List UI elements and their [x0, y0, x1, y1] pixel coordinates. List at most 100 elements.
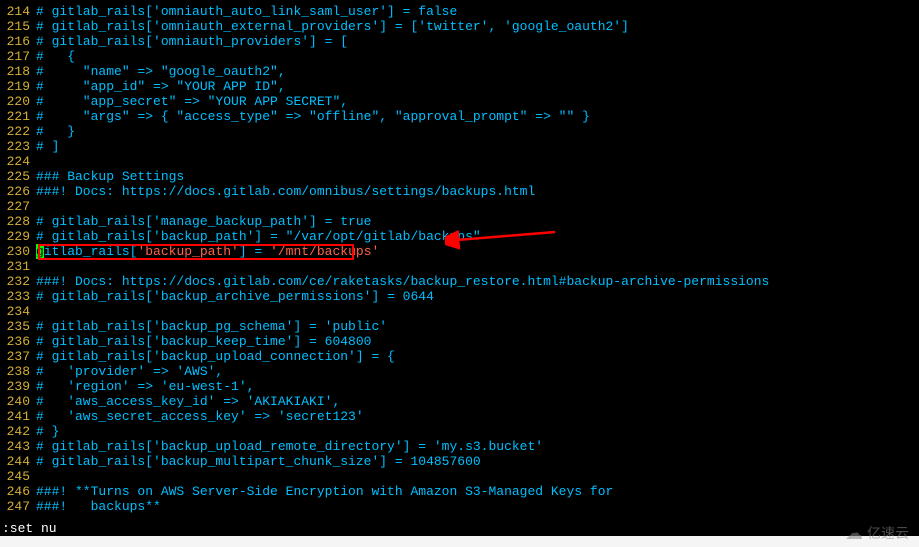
code-line[interactable]: 237# gitlab_rails['backup_upload_connect… — [0, 349, 919, 364]
line-number: 229 — [0, 229, 36, 244]
code-line[interactable]: 240# 'aws_access_key_id' => 'AKIAKIAKI', — [0, 394, 919, 409]
line-number: 245 — [0, 469, 36, 484]
code-line[interactable]: 231 — [0, 259, 919, 274]
code-content[interactable]: # "app_secret" => "YOUR APP SECRET", — [36, 94, 919, 109]
line-number: 239 — [0, 379, 36, 394]
code-content[interactable]: # } — [36, 424, 919, 439]
code-content[interactable]: ###! Docs: https://docs.gitlab.com/omnib… — [36, 184, 919, 199]
code-line[interactable]: 222# } — [0, 124, 919, 139]
line-number: 228 — [0, 214, 36, 229]
code-line[interactable]: 214# gitlab_rails['omniauth_auto_link_sa… — [0, 4, 919, 19]
line-number: 231 — [0, 259, 36, 274]
code-line[interactable]: 241# 'aws_secret_access_key' => 'secret1… — [0, 409, 919, 424]
code-content[interactable]: # "args" => { "access_type" => "offline"… — [36, 109, 919, 124]
line-number: 234 — [0, 304, 36, 319]
line-number: 232 — [0, 274, 36, 289]
code-content[interactable]: # } — [36, 124, 919, 139]
line-number: 243 — [0, 439, 36, 454]
code-line[interactable]: 239# 'region' => 'eu-west-1', — [0, 379, 919, 394]
code-content[interactable]: # "app_id" => "YOUR APP ID", — [36, 79, 919, 94]
line-number: 222 — [0, 124, 36, 139]
code-content[interactable]: ###! **Turns on AWS Server-Side Encrypti… — [36, 484, 919, 499]
code-line[interactable]: 242# } — [0, 424, 919, 439]
code-line[interactable]: 217# { — [0, 49, 919, 64]
code-line[interactable]: 220# "app_secret" => "YOUR APP SECRET", — [0, 94, 919, 109]
code-content[interactable]: ###! backups** — [36, 499, 919, 514]
line-number: 218 — [0, 64, 36, 79]
code-line[interactable]: 221# "args" => { "access_type" => "offli… — [0, 109, 919, 124]
code-line[interactable]: 228# gitlab_rails['manage_backup_path'] … — [0, 214, 919, 229]
line-number: 237 — [0, 349, 36, 364]
code-content[interactable]: # gitlab_rails['backup_pg_schema'] = 'pu… — [36, 319, 919, 334]
code-line[interactable]: 233# gitlab_rails['backup_archive_permis… — [0, 289, 919, 304]
line-number: 223 — [0, 139, 36, 154]
code-content[interactable]: # gitlab_rails['backup_upload_connection… — [36, 349, 919, 364]
code-content[interactable]: # 'aws_access_key_id' => 'AKIAKIAKI', — [36, 394, 919, 409]
code-line[interactable]: 235# gitlab_rails['backup_pg_schema'] = … — [0, 319, 919, 334]
code-content[interactable]: # ] — [36, 139, 919, 154]
line-number: 224 — [0, 154, 36, 169]
code-line[interactable]: 226###! Docs: https://docs.gitlab.com/om… — [0, 184, 919, 199]
line-number: 227 — [0, 199, 36, 214]
line-number: 240 — [0, 394, 36, 409]
code-content[interactable]: # gitlab_rails['omniauth_external_provid… — [36, 19, 919, 34]
code-content[interactable]: ###! Docs: https://docs.gitlab.com/ce/ra… — [36, 274, 919, 289]
code-content[interactable]: # gitlab_rails['backup_keep_time'] = 604… — [36, 334, 919, 349]
line-number: 235 — [0, 319, 36, 334]
code-line[interactable]: 219# "app_id" => "YOUR APP ID", — [0, 79, 919, 94]
code-line[interactable]: 244# gitlab_rails['backup_multipart_chun… — [0, 454, 919, 469]
code-content[interactable]: # gitlab_rails['omniauth_providers'] = [ — [36, 34, 919, 49]
line-number: 242 — [0, 424, 36, 439]
code-line[interactable]: 230gitlab_rails['backup_path'] = '/mnt/b… — [0, 244, 919, 259]
code-content[interactable]: # gitlab_rails['backup_archive_permissio… — [36, 289, 919, 304]
code-content[interactable]: # gitlab_rails['backup_path'] = "/var/op… — [36, 229, 919, 244]
line-number: 244 — [0, 454, 36, 469]
code-content[interactable]: # "name" => "google_oauth2", — [36, 64, 919, 79]
code-content[interactable] — [36, 469, 919, 484]
code-line[interactable]: 218# "name" => "google_oauth2", — [0, 64, 919, 79]
code-line[interactable]: 229# gitlab_rails['backup_path'] = "/var… — [0, 229, 919, 244]
line-number: 214 — [0, 4, 36, 19]
code-content[interactable]: # gitlab_rails['backup_upload_remote_dir… — [36, 439, 919, 454]
code-content[interactable] — [36, 259, 919, 274]
code-content[interactable]: # 'provider' => 'AWS', — [36, 364, 919, 379]
code-line[interactable]: 246###! **Turns on AWS Server-Side Encry… — [0, 484, 919, 499]
line-number: 215 — [0, 19, 36, 34]
code-content[interactable]: gitlab_rails['backup_path'] = '/mnt/back… — [36, 244, 919, 259]
line-number: 220 — [0, 94, 36, 109]
line-number: 238 — [0, 364, 36, 379]
line-number: 233 — [0, 289, 36, 304]
code-content[interactable]: # { — [36, 49, 919, 64]
code-line[interactable]: 236# gitlab_rails['backup_keep_time'] = … — [0, 334, 919, 349]
watermark-text: 亿速云 — [867, 526, 909, 541]
code-line[interactable]: 227 — [0, 199, 919, 214]
code-content[interactable]: # gitlab_rails['backup_multipart_chunk_s… — [36, 454, 919, 469]
code-line[interactable]: 234 — [0, 304, 919, 319]
code-content[interactable] — [36, 304, 919, 319]
code-line[interactable]: 247###! backups** — [0, 499, 919, 514]
code-line[interactable]: 245 — [0, 469, 919, 484]
code-line[interactable]: 225### Backup Settings — [0, 169, 919, 184]
code-content[interactable] — [36, 154, 919, 169]
code-line[interactable]: 215# gitlab_rails['omniauth_external_pro… — [0, 19, 919, 34]
code-line[interactable]: 243# gitlab_rails['backup_upload_remote_… — [0, 439, 919, 454]
line-number: 247 — [0, 499, 36, 514]
line-number: 225 — [0, 169, 36, 184]
code-line[interactable]: 224 — [0, 154, 919, 169]
cloud-icon: ☁ — [845, 526, 863, 541]
code-editor[interactable]: 214# gitlab_rails['omniauth_auto_link_sa… — [0, 0, 919, 514]
line-number: 246 — [0, 484, 36, 499]
status-line: :set nu — [0, 521, 57, 536]
code-line[interactable]: 223# ] — [0, 139, 919, 154]
line-number: 217 — [0, 49, 36, 64]
code-content[interactable]: # 'region' => 'eu-west-1', — [36, 379, 919, 394]
line-number: 236 — [0, 334, 36, 349]
code-line[interactable]: 216# gitlab_rails['omniauth_providers'] … — [0, 34, 919, 49]
code-content[interactable]: # gitlab_rails['omniauth_auto_link_saml_… — [36, 4, 919, 19]
code-content[interactable]: # 'aws_secret_access_key' => 'secret123' — [36, 409, 919, 424]
code-content[interactable]: # gitlab_rails['manage_backup_path'] = t… — [36, 214, 919, 229]
code-line[interactable]: 232###! Docs: https://docs.gitlab.com/ce… — [0, 274, 919, 289]
code-content[interactable]: ### Backup Settings — [36, 169, 919, 184]
code-content[interactable] — [36, 199, 919, 214]
code-line[interactable]: 238# 'provider' => 'AWS', — [0, 364, 919, 379]
